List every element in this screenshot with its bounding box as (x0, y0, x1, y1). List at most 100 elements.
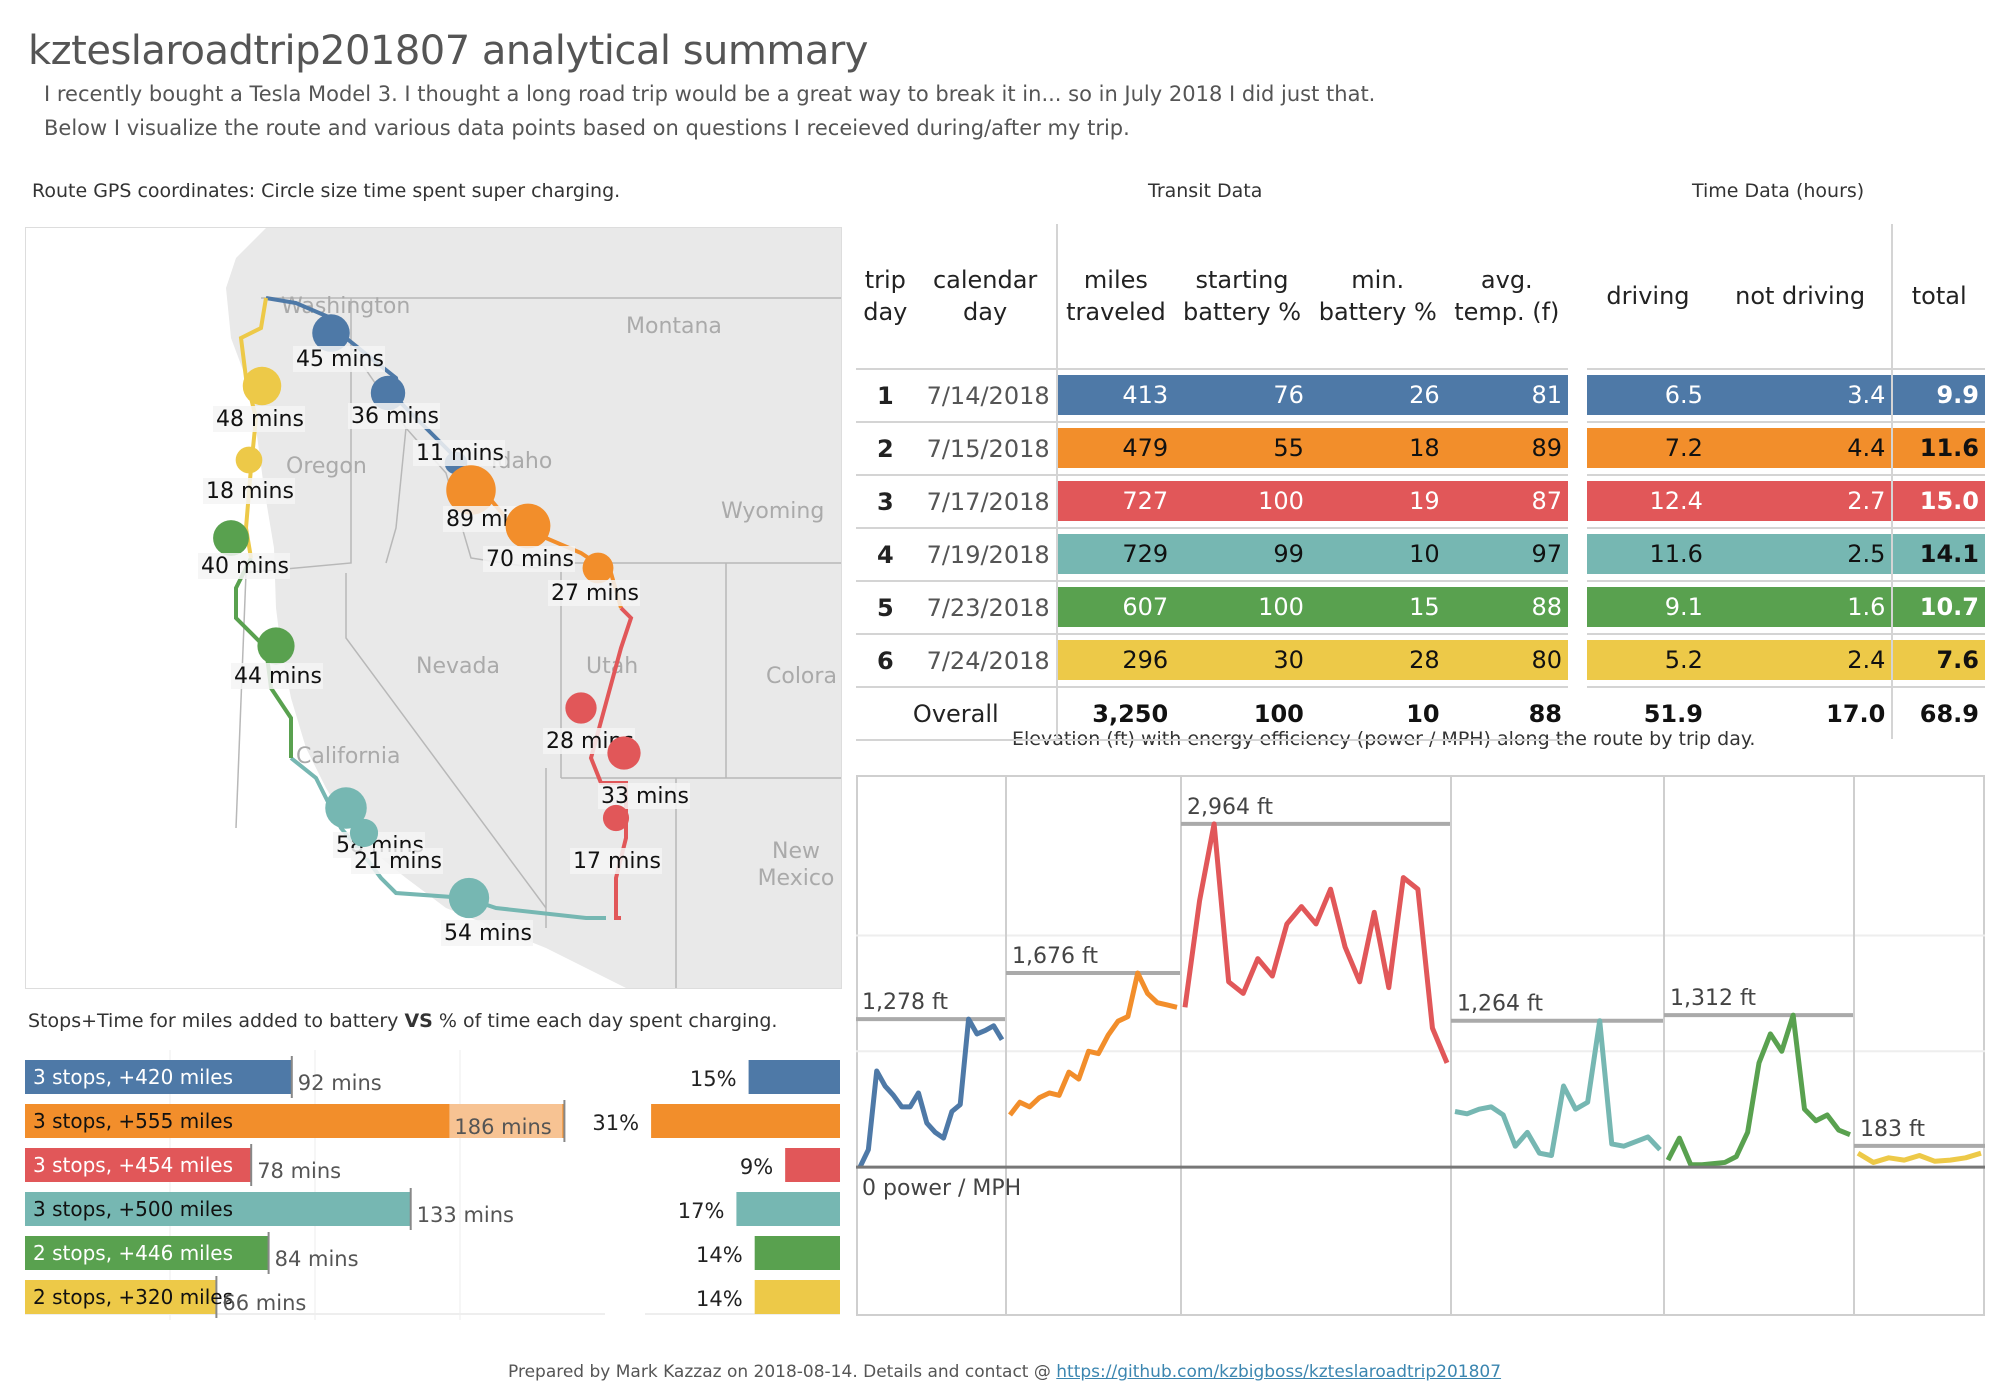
charging-stop-marker[interactable] (242, 366, 282, 406)
intro-text-line-2: Below I visualize the route and various … (44, 116, 1130, 140)
charging-stop-marker[interactable] (607, 736, 641, 770)
charging-stop-label: 36 mins (348, 403, 440, 429)
calendar-day: 7/24/2018 (914, 633, 1057, 687)
transit-cell-temp: 89 (1445, 428, 1568, 468)
percent-bar[interactable] (748, 1060, 840, 1094)
transit-row[interactable]: 5 7/23/2018 607 100 15 88 (856, 580, 1568, 634)
intro-text-line-1: I recently bought a Tesla Model 3. I tho… (44, 82, 1376, 106)
elevation-chart[interactable]: 1,278 ft 1,676 ft 2,964 ft 1,264 ft 1,312 ft… (856, 775, 1985, 1400)
charging-stop-marker[interactable] (602, 804, 630, 832)
time-cell-total: 11.6 (1893, 428, 1985, 468)
time-cell-total: 10.7 (1893, 587, 1985, 627)
transit-cell-miles: 607 (1057, 587, 1175, 627)
time-row[interactable]: 11.6 2.5 14.1 (1587, 527, 1985, 581)
transit-row[interactable]: 4 7/19/2018 729 99 10 97 (856, 527, 1568, 581)
time-header: total (1891, 224, 1985, 369)
time-caption: Time Data (hours) (1692, 180, 1865, 202)
time-row[interactable]: 9.1 1.6 10.7 (1587, 580, 1985, 634)
transit-row[interactable]: 6 7/24/2018 296 30 28 80 (856, 633, 1568, 687)
time-cell-total: 15.0 (1893, 481, 1985, 521)
transit-cell-miles: 727 (1057, 481, 1175, 521)
calendar-day: 7/19/2018 (914, 527, 1057, 581)
charging-stop-label: 48 mins (213, 406, 305, 432)
stop-duration-text: 36 mins (351, 404, 439, 429)
state-label: Colora (766, 664, 837, 689)
bar-label: 2 stops, +320 miles (33, 1285, 233, 1309)
time-row[interactable]: 6.5 3.4 9.9 (1587, 368, 1985, 422)
percent-bar[interactable] (754, 1236, 840, 1270)
stops-chart[interactable]: 3 stops, +420 miles 92 mins 15% 3 stops, +5… (25, 1050, 840, 1320)
time-row[interactable]: 12.4 2.7 15.0 (1587, 474, 1985, 528)
charging-stop-marker[interactable] (582, 552, 614, 584)
transit-cell-temp: 80 (1445, 640, 1568, 680)
time-row[interactable]: 5.2 2.4 7.6 (1587, 633, 1985, 687)
stop-duration-text: 18 mins (206, 479, 294, 504)
charging-stop-marker[interactable] (505, 503, 551, 549)
transit-row[interactable]: 2 7/15/2018 479 55 18 89 (856, 421, 1568, 475)
bar-label: 3 stops, +454 miles (33, 1153, 233, 1177)
percent-value-label: 17% (678, 1199, 725, 1223)
charging-stop-label: 40 mins (198, 553, 290, 579)
percent-value-label: 9% (740, 1155, 773, 1179)
charging-stop-label: 17 mins (570, 848, 662, 874)
route-map[interactable]: Washington Montana Oregon Idaho Wyoming Nevad… (25, 227, 842, 989)
overall-temp: 88 (1445, 686, 1568, 740)
stop-duration-text: 54 mins (444, 921, 532, 946)
trip-day: 4 (856, 527, 915, 581)
bar-label: 2 stops, +446 miles (33, 1241, 233, 1265)
stop-duration-text: 48 mins (216, 407, 304, 432)
overall-total: 68.9 (1891, 686, 1985, 739)
github-link[interactable]: https://github.com/kzbigboss/kzteslaroad… (1056, 1362, 1501, 1382)
charging-stop-marker[interactable] (349, 818, 379, 848)
time-row[interactable]: 7.2 4.4 11.6 (1587, 421, 1985, 475)
transit-data-table: trip day calendar day miles traveled starting b… (856, 224, 1568, 741)
minutes-value-label: 84 mins (275, 1247, 359, 1271)
charging-stop-marker[interactable] (213, 520, 249, 556)
percent-bar[interactable] (754, 1280, 840, 1314)
transit-row[interactable]: 3 7/17/2018 727 100 19 87 (856, 474, 1568, 528)
state-label: Oregon (286, 454, 367, 479)
bar-label: 3 stops, +555 miles (33, 1109, 233, 1133)
transit-cell-miles: 296 (1057, 640, 1175, 680)
percent-bar[interactable] (785, 1148, 840, 1182)
calendar-day: 7/23/2018 (914, 580, 1057, 634)
vs-bold-text: VS (404, 1010, 433, 1032)
transit-header: starting battery % (1183, 266, 1302, 326)
route-map-canvas[interactable]: WashingtonMontanaOregon IdahoWyomingNevad… (26, 228, 841, 988)
percent-bar[interactable] (736, 1192, 840, 1226)
elevation-chart-canvas[interactable]: 1,278 ft 1,676 ft 2,964 ft 1,264 ft 1,312 ft… (856, 775, 1985, 1400)
percent-value-label: 15% (690, 1067, 737, 1091)
charging-stop-label: 44 mins (231, 663, 323, 689)
time-cell-driving: 6.5 (1587, 375, 1709, 415)
transit-row[interactable]: 1 7/14/2018 413 76 26 81 (856, 368, 1568, 422)
charging-stop-marker[interactable] (448, 877, 490, 919)
trip-day: 6 (856, 633, 915, 687)
state-label: Nevada (416, 654, 500, 679)
bar-label: 3 stops, +500 miles (33, 1197, 233, 1221)
charging-stop-marker[interactable] (235, 446, 263, 474)
transit-caption: Transit Data (1148, 180, 1263, 202)
transit-header: miles traveled (1055, 224, 1175, 369)
percent-bar[interactable] (651, 1104, 840, 1138)
calendar-day: 7/14/2018 (914, 368, 1057, 422)
state-label: California (296, 744, 400, 769)
stop-duration-text: 44 mins (234, 664, 322, 689)
stop-duration-text: 27 mins (551, 581, 639, 606)
stops-chart-canvas[interactable]: 3 stops, +420 miles 92 mins 15% 3 stops, +5… (25, 1050, 840, 1320)
trip-day: 1 (856, 368, 915, 422)
charging-stop-marker[interactable] (565, 692, 597, 724)
time-cell-not-driving: 4.4 (1708, 428, 1892, 468)
time-cell-not-driving: 2.5 (1708, 534, 1892, 574)
stop-duration-text: 40 mins (201, 554, 289, 579)
transit-cell-temp: 81 (1445, 375, 1568, 415)
time-cell-not-driving: 1.6 (1708, 587, 1892, 627)
transit-cell-temp: 88 (1445, 587, 1568, 627)
bar-label: 3 stops, +420 miles (33, 1065, 233, 1089)
overall-min-batt: 10 (1309, 686, 1446, 740)
time-cell-total: 14.1 (1893, 534, 1985, 574)
stop-duration-text: 45 mins (296, 347, 384, 372)
time-data-table: driving not driving total 6.5 3.4 9.9 7.2 4.4 1… (1587, 224, 1985, 739)
charging-stop-marker[interactable] (257, 627, 295, 665)
charging-stop-label: 21 mins (351, 848, 443, 874)
time-overall-row: 51.9 17.0 68.9 (1587, 686, 1985, 739)
